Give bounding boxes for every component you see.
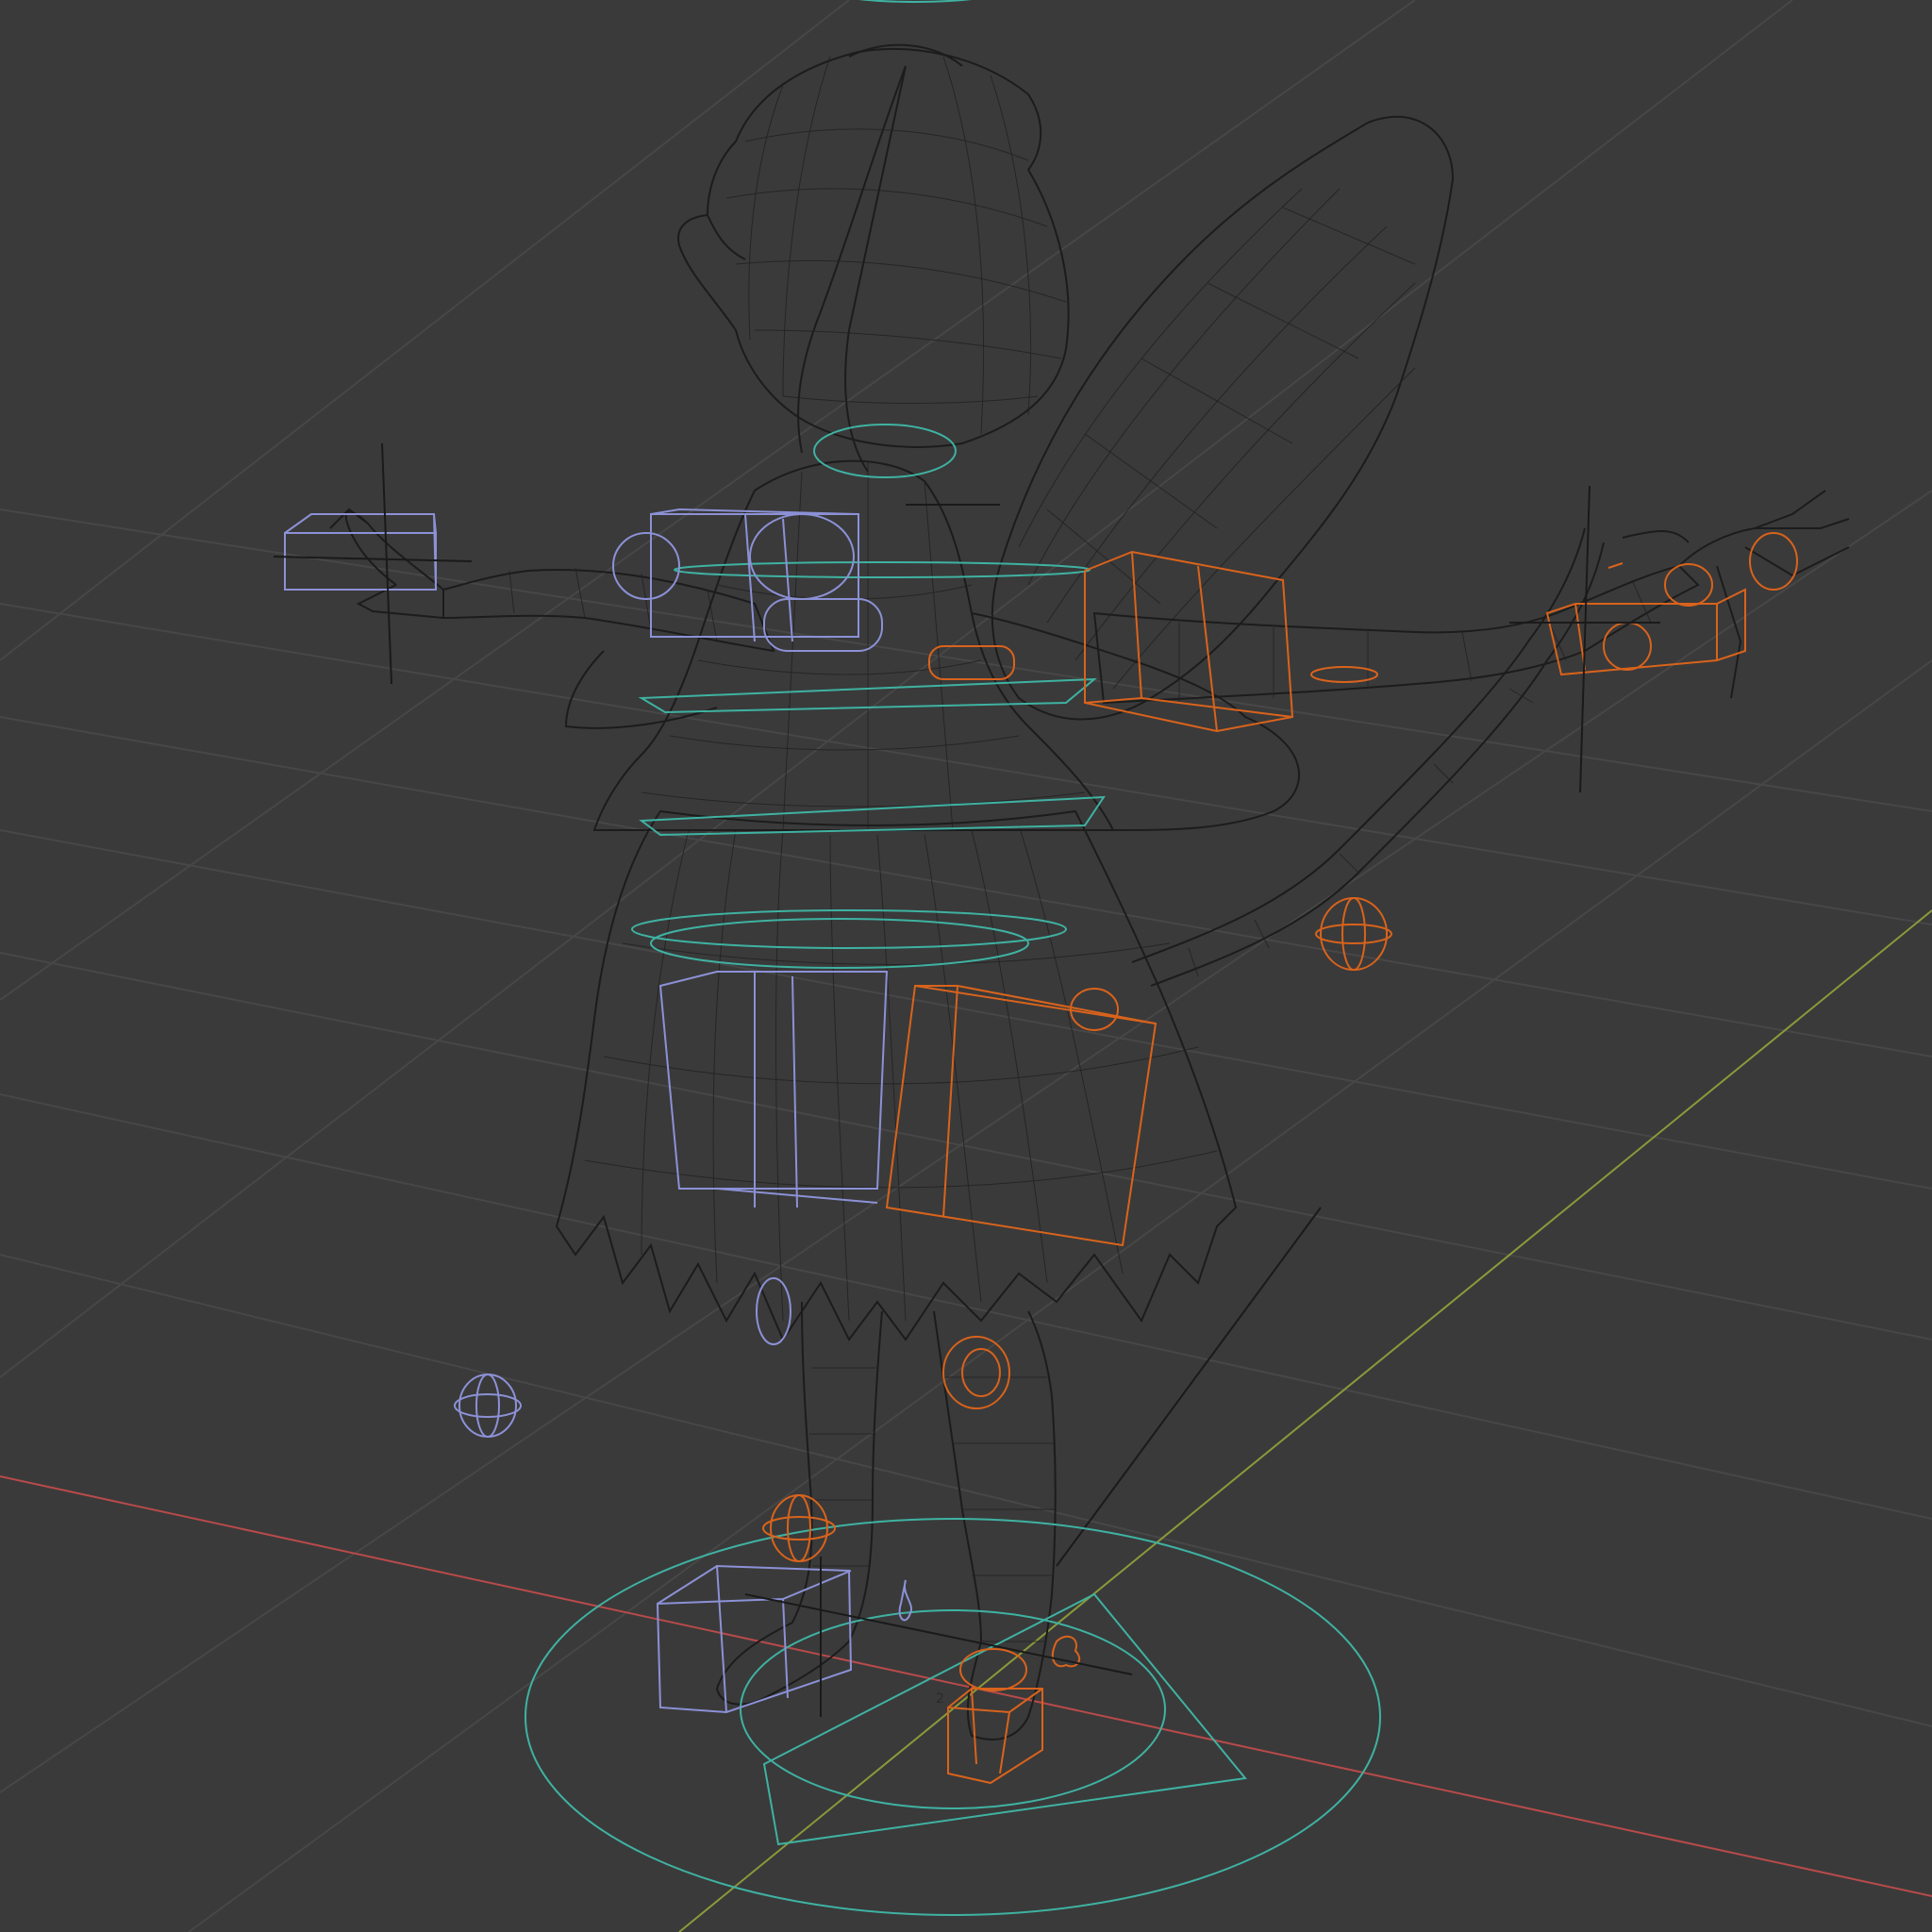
origin-guide-line	[1056, 1207, 1322, 1567]
left-hand-ik-control[interactable]	[284, 513, 437, 591]
right-arm-mesh[interactable]	[1092, 490, 1850, 705]
left-arm-mesh[interactable]	[329, 508, 775, 653]
root-direction-control[interactable]	[762, 1592, 1247, 1846]
floor-grid	[0, 0, 1932, 1932]
left-pole-target-control[interactable]	[454, 1374, 522, 1438]
right-hip-control[interactable]	[885, 985, 1158, 1247]
right-knee-pole-control[interactable]	[942, 1336, 1010, 1409]
neck-ring-control[interactable]	[813, 424, 957, 478]
head-mesh[interactable]	[677, 43, 1070, 473]
y-axis-line	[678, 909, 1932, 1932]
x-axis-line	[0, 1475, 1932, 1897]
left-knee-pole-control[interactable]	[756, 1277, 791, 1345]
chest-ring-control[interactable]	[674, 561, 1091, 578]
bone-index-label: 2	[936, 1691, 944, 1707]
left-hip-control[interactable]	[658, 971, 889, 1208]
skirt-mesh[interactable]	[555, 809, 1238, 1342]
hip-ring-control-1[interactable]	[631, 909, 1067, 949]
tail-mesh[interactable]	[1131, 527, 1605, 987]
wing-mesh[interactable]	[991, 115, 1455, 721]
torso-mesh[interactable]	[564, 459, 1301, 831]
root-circle-control[interactable]	[525, 1518, 1381, 1916]
3d-viewport[interactable]: 2	[0, 0, 1932, 1932]
left-foot-ik-control[interactable]	[656, 1564, 913, 1714]
left-leg-mesh[interactable]	[715, 1301, 883, 1706]
top-ring-control[interactable]	[830, 0, 1000, 3]
